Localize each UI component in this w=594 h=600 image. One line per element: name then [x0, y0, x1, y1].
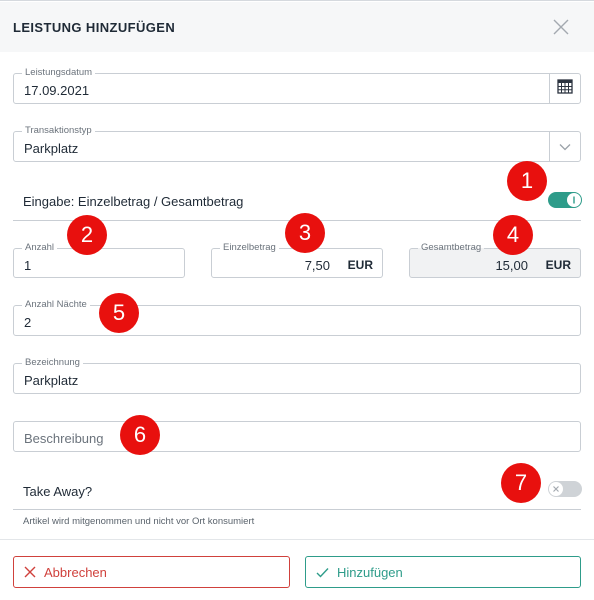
description-placeholder[interactable]: Beschreibung — [24, 431, 104, 446]
marker-5: 5 — [99, 293, 139, 333]
service-date-label: Leistungsdatum — [22, 67, 96, 79]
transaction-type-dropdown-button[interactable] — [549, 132, 580, 161]
take-away-label: Take Away? — [23, 484, 93, 499]
footer-separator — [0, 539, 594, 540]
marker-3: 3 — [285, 213, 325, 253]
marker-7: 7 — [501, 463, 541, 503]
transaction-type-label: Transaktionstyp — [22, 125, 95, 137]
close-icon[interactable] — [551, 17, 571, 37]
unit-price-value[interactable]: 7,50 — [305, 258, 330, 273]
quantity-value[interactable]: 1 — [24, 258, 31, 273]
service-date-field[interactable]: Leistungsdatum 17.09.2021 — [13, 67, 581, 104]
take-away-toggle[interactable] — [548, 481, 582, 497]
toggle-off-x-icon — [549, 482, 563, 496]
take-away-hint: Artikel wird mitgenommen und nicht vor O… — [23, 516, 255, 527]
input-mode-label: Eingabe: Einzelbetrag / Gesamtbetrag — [23, 194, 244, 209]
unit-price-label: Einzelbetrag — [220, 242, 279, 254]
x-icon — [24, 566, 36, 578]
add-button-label: Hinzufügen — [337, 564, 403, 580]
quantity-label: Anzahl — [22, 242, 58, 254]
transaction-type-value[interactable]: Parkplatz — [24, 141, 78, 156]
dialog-header: LEISTUNG HINZUFÜGEN — [0, 2, 594, 52]
marker-4: 4 — [493, 215, 533, 255]
designation-value[interactable]: Parkplatz — [24, 373, 78, 388]
calendar-icon — [557, 78, 573, 99]
marker-1: 1 — [507, 161, 547, 201]
add-service-dialog: LEISTUNG HINZUFÜGEN Leistungsdatum 17.09… — [0, 0, 594, 600]
take-away-divider — [13, 509, 581, 510]
chevron-down-icon — [559, 138, 571, 156]
input-mode-toggle[interactable] — [548, 192, 582, 208]
transaction-type-select[interactable]: Transaktionstyp Parkplatz — [13, 125, 581, 162]
designation-label: Bezeichnung — [22, 357, 83, 369]
cancel-button-label: Abbrechen — [44, 564, 107, 580]
marker-6: 6 — [120, 415, 160, 455]
unit-price-currency: EUR — [347, 258, 373, 272]
dialog-title: LEISTUNG HINZUFÜGEN — [13, 20, 176, 35]
cancel-button[interactable]: Abbrechen — [13, 556, 290, 588]
description-field[interactable]: Beschreibung — [13, 421, 581, 452]
total-price-currency: EUR — [545, 258, 571, 272]
check-icon — [316, 567, 329, 578]
total-price-field: Gesamtbetrag 15,00 EUR — [409, 242, 581, 278]
marker-2: 2 — [67, 215, 107, 255]
unit-price-field[interactable]: Einzelbetrag 7,50 EUR — [211, 242, 383, 278]
designation-field[interactable]: Bezeichnung Parkplatz — [13, 357, 581, 394]
nights-label: Anzahl Nächte — [22, 299, 90, 311]
service-date-value[interactable]: 17.09.2021 — [24, 83, 89, 98]
total-price-label: Gesamtbetrag — [418, 242, 485, 254]
calendar-button[interactable] — [549, 74, 580, 103]
total-price-value: 15,00 — [495, 258, 528, 273]
add-button[interactable]: Hinzufügen — [305, 556, 581, 588]
toggle-on-icon — [567, 193, 581, 207]
nights-value[interactable]: 2 — [24, 315, 31, 330]
quantity-field[interactable]: Anzahl 1 — [13, 242, 185, 278]
